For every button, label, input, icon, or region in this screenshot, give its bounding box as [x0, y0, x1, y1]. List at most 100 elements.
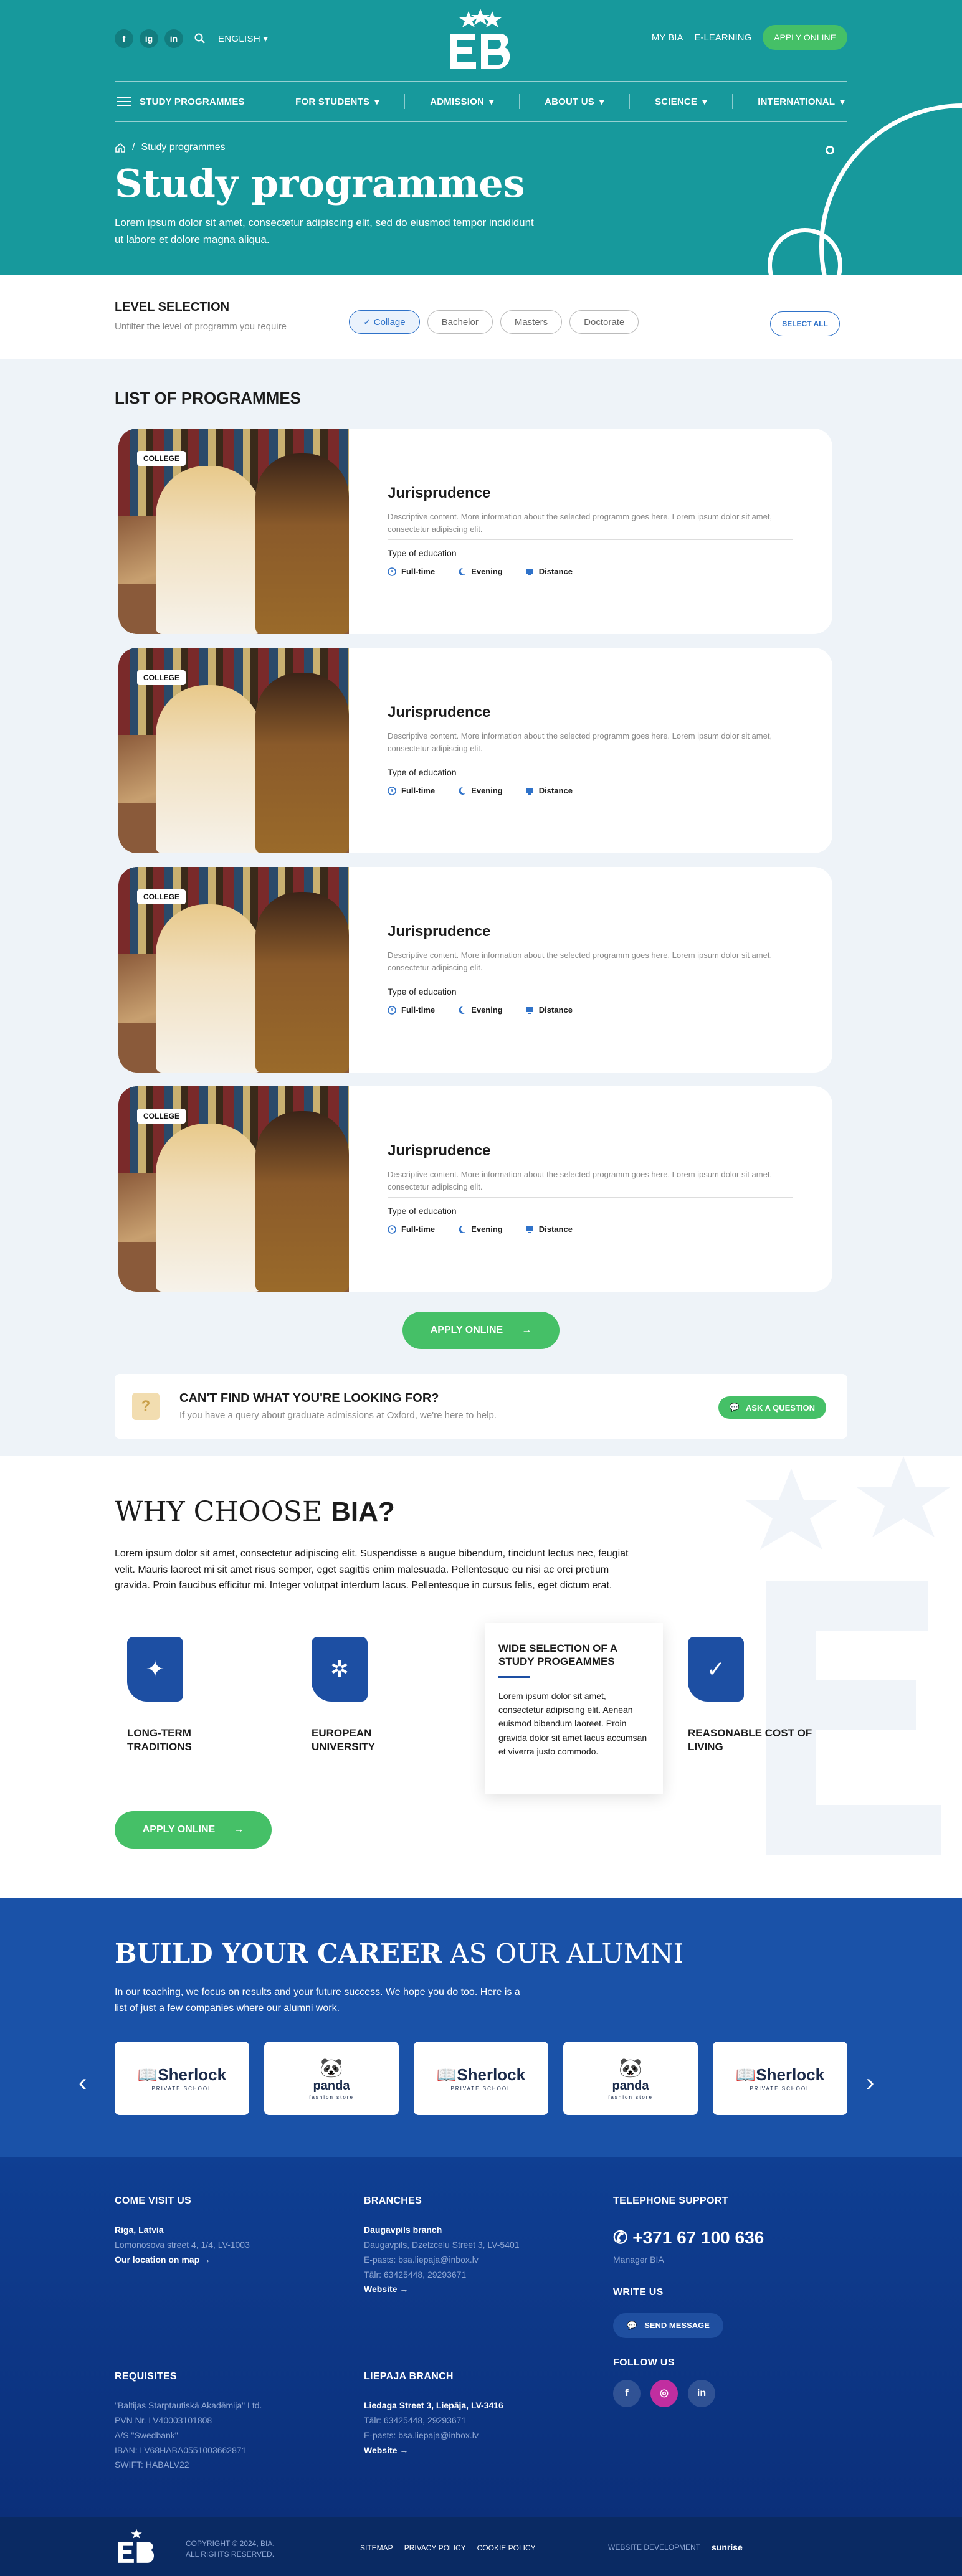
list-title: LIST OF PROGRAMMES — [115, 389, 301, 407]
cookie-policy-link[interactable]: COOKIE POLICY — [477, 2544, 536, 2552]
partner-tag: PRIVATE SCHOOL — [450, 2086, 512, 2091]
button-label: APPLY ONLINE — [430, 1325, 503, 1335]
website-link[interactable]: Website → — [364, 2443, 503, 2458]
linkedin-icon[interactable]: in — [688, 2379, 715, 2407]
programme-image: COLLEGE — [118, 1086, 349, 1292]
programme-card[interactable]: COLLEGE Jurisprudence Descriptive conten… — [118, 1086, 832, 1292]
map-link[interactable]: Our location on map → — [115, 2253, 250, 2268]
send-message-button[interactable]: 💬 SEND MESSAGE — [613, 2313, 723, 2338]
education-types: Full-time Evening Distance — [388, 786, 573, 795]
why-title-light: WHY CHOOSE — [115, 1496, 331, 1528]
apply-online-button[interactable]: APPLY ONLINE — [763, 25, 847, 50]
level-title: LEVEL SELECTION — [115, 300, 230, 314]
instagram-icon[interactable]: ◎ — [650, 2379, 678, 2407]
footer-city: Riga, Latvia — [115, 2225, 164, 2235]
partner-name: 📖Sherlock — [437, 2065, 525, 2085]
nav-divider — [404, 94, 406, 109]
partner-logo-panda[interactable]: 🐼 panda fashion store — [264, 2042, 399, 2115]
language-select[interactable]: ENGLISH ▾ — [218, 33, 268, 44]
career-title: BUILD YOUR CAREER AS OUR ALUMNI — [115, 1938, 683, 1969]
dev-brand-logo[interactable]: sunrise — [712, 2542, 743, 2552]
support-phone[interactable]: ✆ +371 67 100 636 — [613, 2223, 764, 2253]
question-title: CAN'T FIND WHAT YOU'RE LOOKING FOR? — [179, 1391, 439, 1405]
nav-international[interactable]: INTERNATIONAL ▾ — [755, 96, 847, 108]
programme-title: Jurisprudence — [388, 1142, 491, 1159]
search-icon[interactable] — [194, 33, 206, 44]
my-bia-link[interactable]: MY BIA — [652, 32, 683, 43]
nav-admission[interactable]: ADMISSION ▾ — [427, 96, 497, 108]
bia-logo[interactable] — [444, 9, 517, 71]
branch-email[interactable]: E-pasts: bsa.liepaja@inbox.lv — [364, 2428, 503, 2443]
programme-image: COLLEGE — [118, 648, 349, 853]
monitor-icon — [525, 568, 533, 575]
footer-heading: TELEPHONE SUPPORT — [613, 2195, 728, 2206]
book-icon: 📖 — [137, 2065, 158, 2084]
sitemap-link[interactable]: SITEMAP — [360, 2544, 393, 2552]
bia-logo[interactable] — [115, 2529, 158, 2566]
website-link[interactable]: Website → — [364, 2282, 520, 2297]
e-learning-link[interactable]: E-LEARNING — [694, 32, 751, 43]
feature-long-term: ✦ LONG-TERM TRADITIONS — [127, 1637, 252, 1754]
programme-title: Jurisprudence — [388, 704, 491, 721]
clock-icon — [388, 1005, 396, 1015]
branch-email[interactable]: E-pasts: bsa.liepaja@inbox.lv — [364, 2253, 520, 2268]
chip-doctorate[interactable]: Doctorate — [569, 310, 639, 334]
select-all-button[interactable]: SELECT ALL — [770, 311, 840, 336]
bottom-bar: COPYRIGHT © 2024, BIA. ALL RIGHTS RESERVE… — [0, 2517, 962, 2576]
apply-online-button[interactable]: APPLY ONLINE → — [402, 1312, 560, 1349]
chip-bachelor[interactable]: Bachelor — [427, 310, 493, 334]
question-banner: ? CAN'T FIND WHAT YOU'RE LOOKING FOR? If… — [115, 1374, 847, 1439]
nav-science[interactable]: SCIENCE ▾ — [652, 96, 710, 108]
chevron-left-icon[interactable]: ‹ — [79, 2069, 87, 2097]
programme-card[interactable]: COLLEGE Jurisprudence Descriptive conten… — [118, 429, 832, 634]
feature-european: ✲ EUROPEAN UNIVERSITY — [312, 1637, 436, 1754]
moon-icon — [459, 1006, 466, 1014]
linkedin-icon[interactable]: in — [164, 29, 183, 48]
requisite-line: IBAN: LV68HABA0551003662871 — [115, 2445, 247, 2455]
instagram-icon[interactable]: ig — [140, 29, 158, 48]
nav-study-programmes[interactable]: STUDY PROGRAMMES — [115, 97, 247, 107]
ask-question-button[interactable]: 💬 ASK A QUESTION — [718, 1396, 826, 1419]
partner-tag: PRIVATE SCHOOL — [750, 2086, 811, 2091]
partner-tag: PRIVATE SCHOOL — [151, 2086, 212, 2091]
programme-card[interactable]: COLLEGE Jurisprudence Descriptive conten… — [118, 867, 832, 1073]
clock-icon — [388, 567, 396, 576]
chip-college[interactable]: ✓ Collage — [349, 310, 420, 334]
type-label: Evening — [471, 786, 503, 795]
nav-label: STUDY PROGRAMMES — [140, 96, 245, 107]
partner-logo-sherlock[interactable]: 📖Sherlock PRIVATE SCHOOL — [414, 2042, 548, 2115]
home-icon[interactable] — [115, 143, 126, 153]
feature-label: REASONABLE COST OF LIVING — [688, 1727, 812, 1753]
chip-masters[interactable]: Masters — [500, 310, 563, 334]
level-selection: LEVEL SELECTION Unfilter the level of pr… — [0, 275, 962, 359]
feature-label: LONG-TERM TRADITIONS — [127, 1727, 192, 1753]
type-distance: Distance — [525, 1224, 573, 1234]
phone-icon: ✆ — [613, 2228, 633, 2248]
facebook-icon[interactable]: f — [115, 29, 133, 48]
privacy-policy-link[interactable]: PRIVACY POLICY — [404, 2544, 466, 2552]
feature-card-wide-selection[interactable]: WIDE SELECTION OF A STUDY PROGEAMMES Lor… — [485, 1623, 663, 1794]
facebook-icon[interactable]: f — [613, 2379, 641, 2407]
apply-online-button[interactable]: APPLY ONLINE → — [115, 1811, 272, 1849]
nav-about-us[interactable]: ABOUT US ▾ — [542, 96, 607, 108]
why-title: WHY CHOOSE BIA? — [115, 1496, 395, 1528]
page: f ig in ENGLISH ▾ MY BIA E-LEARNING APPL… — [0, 0, 962, 2576]
level-subtitle: Unfilter the level of programm you requi… — [115, 321, 287, 332]
footer: COME VISIT US Riga, Latvia Lomonosova st… — [0, 2157, 962, 2517]
education-types: Full-time Evening Distance — [388, 1224, 573, 1234]
chevron-right-icon[interactable]: › — [866, 2069, 874, 2097]
footer-heading: BRANCHES — [364, 2195, 422, 2206]
type-full-time: Full-time — [388, 1005, 435, 1015]
partner-logo-panda[interactable]: 🐼 panda fashion store — [563, 2042, 698, 2115]
monitor-icon — [525, 1226, 533, 1233]
partner-logo-sherlock[interactable]: 📖Sherlock PRIVATE SCHOOL — [115, 2042, 249, 2115]
check-circle-icon: ✓ — [688, 1637, 744, 1702]
footer-social: f ◎ in — [613, 2379, 764, 2407]
button-label: APPLY ONLINE — [142, 1824, 216, 1835]
programme-card[interactable]: COLLEGE Jurisprudence Descriptive conten… — [118, 648, 832, 853]
career-title-bold: BUILD YOUR CAREER — [115, 1938, 442, 1969]
nav-for-students[interactable]: FOR STUDENTS ▾ — [293, 96, 382, 108]
partner-logo-sherlock[interactable]: 📖Sherlock PRIVATE SCHOOL — [713, 2042, 847, 2115]
education-types: Full-time Evening Distance — [388, 567, 573, 576]
branch-name: Daugavpils branch — [364, 2225, 442, 2235]
